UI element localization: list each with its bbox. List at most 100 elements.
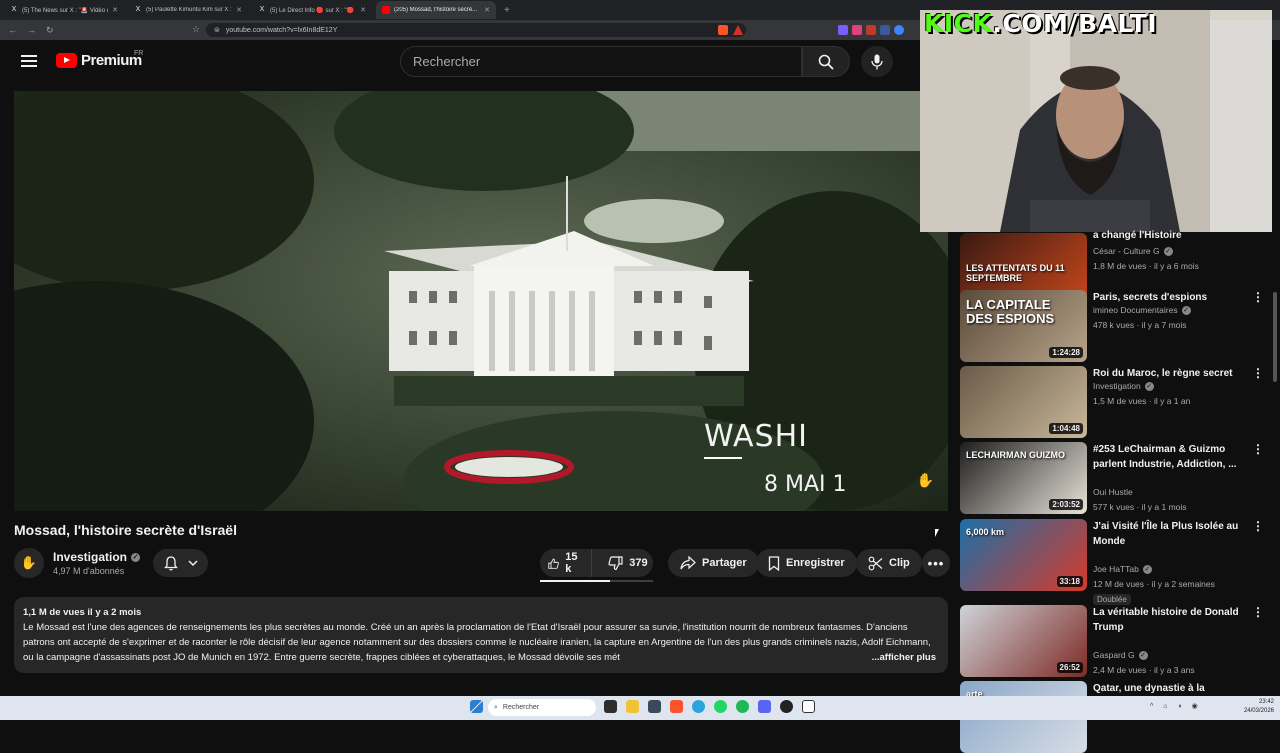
subscriber-count: 4,97 M d'abonnés [53, 566, 125, 576]
more-vertical-icon[interactable]: ⋮ [1252, 290, 1264, 304]
video-overlay-place: WASHI [704, 419, 808, 454]
extension-icon[interactable] [866, 25, 876, 35]
search-input[interactable]: Rechercher [400, 46, 802, 77]
extension-icon[interactable] [880, 25, 890, 35]
discord-icon[interactable] [758, 700, 771, 713]
youtube-premium-logo[interactable]: Premium FR [56, 50, 143, 69]
whatsapp-icon[interactable] [714, 700, 727, 713]
bookmark-icon[interactable]: ☆ [192, 24, 200, 35]
like-button[interactable]: 15 k [540, 549, 593, 577]
brave-browser-icon[interactable] [670, 700, 683, 713]
recommended-channel[interactable]: Joe HaTTab ✓ [1093, 564, 1152, 575]
bookmark-icon [768, 555, 780, 571]
more-actions-button[interactable]: ••• [922, 549, 950, 577]
dislike-button[interactable]: 379 [598, 549, 655, 577]
close-tab-icon[interactable]: ✕ [360, 6, 366, 14]
video-overlay-date: 8 MAI 1 [764, 472, 847, 497]
extension-icon[interactable] [838, 25, 848, 35]
scrollbar-thumb[interactable] [1273, 292, 1277, 382]
brave-shield-icon[interactable] [718, 25, 728, 35]
search-button[interactable] [802, 46, 850, 77]
recommended-channel[interactable]: imineo Documentaires ✓ [1093, 305, 1191, 316]
more-vertical-icon[interactable]: ⋮ [1252, 366, 1264, 380]
obs-icon[interactable] [780, 700, 793, 713]
more-vertical-icon[interactable]: ⋮ [1252, 519, 1264, 533]
browser-tab[interactable]: X (5) Le Direct Info 🔴 sur X : "🔴 ... ✕ [252, 1, 372, 19]
x-icon: X [259, 6, 265, 13]
site-info-icon[interactable]: ⊜ [214, 26, 220, 34]
recommended-channel[interactable]: Gaspard G ✓ [1093, 650, 1148, 661]
extension-icon[interactable] [894, 25, 904, 35]
scrollbar[interactable] [1272, 232, 1278, 696]
spotify-icon[interactable] [736, 700, 749, 713]
new-tab-button[interactable]: + [504, 5, 510, 16]
close-tab-icon[interactable]: ✕ [484, 6, 490, 14]
recommended-video-title[interactable]: Roi du Maroc, le règne secret [1093, 366, 1243, 381]
menu-icon[interactable] [21, 55, 37, 67]
channel-name[interactable]: Investigation ✓ [53, 550, 141, 564]
system-tray-icons[interactable]: ^ ⌂ ◑ ◉ [1150, 702, 1202, 710]
like-ratio-bar [540, 580, 653, 582]
browser-tab[interactable]: X(5) Paulette Kimuntu Kim sur X : "J'a..… [128, 1, 248, 19]
reload-icon[interactable]: ↻ [46, 25, 54, 36]
clip-button[interactable]: Clip [856, 549, 922, 577]
recommended-meta: 1,5 M de vues · il y a 1 an [1093, 396, 1191, 406]
search-icon [818, 54, 834, 70]
video-description[interactable]: 1,1 M de vues il y a 2 mois Le Mossad es… [14, 597, 948, 673]
back-icon[interactable]: ← [8, 25, 17, 35]
video-thumbnail[interactable]: LA CAPITALE DES ESPIONS 1:24:28 [960, 290, 1087, 362]
recommended-video-title[interactable]: Qatar, une dynastie à la [1093, 681, 1243, 696]
share-button[interactable]: Partager [668, 549, 759, 577]
show-more-button[interactable]: ...afficher plus [867, 650, 936, 665]
thumbnail-caption: 6,000 km [966, 527, 1005, 537]
video-thumbnail[interactable]: LECHAIRMAN GUIZMO 2:03:52 [960, 442, 1087, 514]
recommended-channel[interactable]: César - Culture G ✓ [1093, 246, 1173, 257]
close-tab-icon[interactable]: ✕ [112, 6, 118, 14]
thumbs-down-icon [608, 555, 623, 570]
taskbar-clock[interactable]: 23:42 24/03/2026 [1244, 698, 1274, 716]
channel-watermark-icon: ✋ [916, 472, 934, 488]
recommended-video[interactable]: LES ATTENTATS DU 11 SEPTEMBRE1:18:46a ch… [960, 213, 1265, 305]
browser-tab-active[interactable]: (205) Mossad, l'histoire secrè... ✕ [376, 1, 496, 19]
recommended-video-title[interactable]: #253 LeChairman & Guizmo parlent Industr… [1093, 442, 1243, 472]
calculator-icon[interactable] [648, 700, 661, 713]
recommended-video[interactable]: LA CAPITALE DES ESPIONS 1:24:28 Paris, sec… [960, 290, 1265, 362]
recommended-video-title[interactable]: a changé l'Histoire [1093, 228, 1243, 243]
video-thumbnail[interactable]: 26:52 [960, 605, 1087, 677]
channel-avatar[interactable]: ✋ [14, 548, 44, 578]
recommended-video[interactable]: 26:52 La véritable histoire de Donald Tru… [960, 605, 1265, 677]
forward-icon[interactable]: → [27, 25, 36, 35]
file-explorer-icon[interactable] [626, 700, 639, 713]
recommended-video-title[interactable]: La véritable histoire de Donald Trump [1093, 605, 1243, 635]
more-vertical-icon[interactable]: ⋮ [1252, 442, 1264, 456]
recommended-channel[interactable]: Oui Hustle [1093, 487, 1133, 497]
video-player[interactable]: WASHI 8 MAI 1 ✋ [14, 91, 948, 511]
windows-start-icon[interactable] [470, 700, 483, 713]
extension-icon[interactable] [852, 25, 862, 35]
address-bar[interactable]: ⊜ youtube.com/watch?v=lx6In8dE12Y [206, 23, 746, 37]
notification-button[interactable] [153, 549, 208, 577]
hand-icon: ✋ [20, 555, 38, 570]
taskbar-search[interactable]: ⌕ Rechercher [488, 699, 596, 716]
recommended-meta: 2,4 M de vues · il y a 3 ans [1093, 665, 1195, 675]
voice-search-button[interactable] [861, 46, 893, 77]
microphone-icon [871, 54, 883, 69]
recommended-video[interactable]: LECHAIRMAN GUIZMO 2:03:52 #253 LeChairman … [960, 442, 1265, 514]
browser-tab[interactable]: X(5) The News sur X : "🚨 Vidéo du...✕ [4, 1, 124, 19]
notion-icon[interactable] [802, 700, 815, 713]
close-tab-icon[interactable]: ✕ [236, 6, 242, 14]
recommended-video-title[interactable]: J'ai Visité l'Île la Plus Isolée au Mond… [1093, 519, 1243, 549]
thumbnail-caption: LECHAIRMAN GUIZMO [966, 450, 1065, 460]
telegram-icon[interactable] [692, 700, 705, 713]
video-thumbnail[interactable]: 1:04:48 [960, 366, 1087, 438]
recommended-video-title[interactable]: Paris, secrets d'espions [1093, 290, 1243, 305]
recommended-video[interactable]: 6,000 km 33:18 J'ai Visité l'Île la Plus I… [960, 519, 1265, 605]
more-vertical-icon[interactable]: ⋮ [1252, 605, 1264, 619]
save-button[interactable]: Enregistrer [756, 549, 857, 577]
task-view-icon[interactable] [604, 700, 617, 713]
recommended-video[interactable]: 1:04:48 Roi du Maroc, le règne secret Inve… [960, 366, 1265, 438]
video-thumbnail[interactable]: 6,000 km 33:18 [960, 519, 1087, 591]
recommended-channel[interactable]: Investigation ✓ [1093, 381, 1154, 392]
more-horizontal-icon: ••• [927, 555, 945, 571]
verified-icon: ✓ [1144, 382, 1154, 392]
